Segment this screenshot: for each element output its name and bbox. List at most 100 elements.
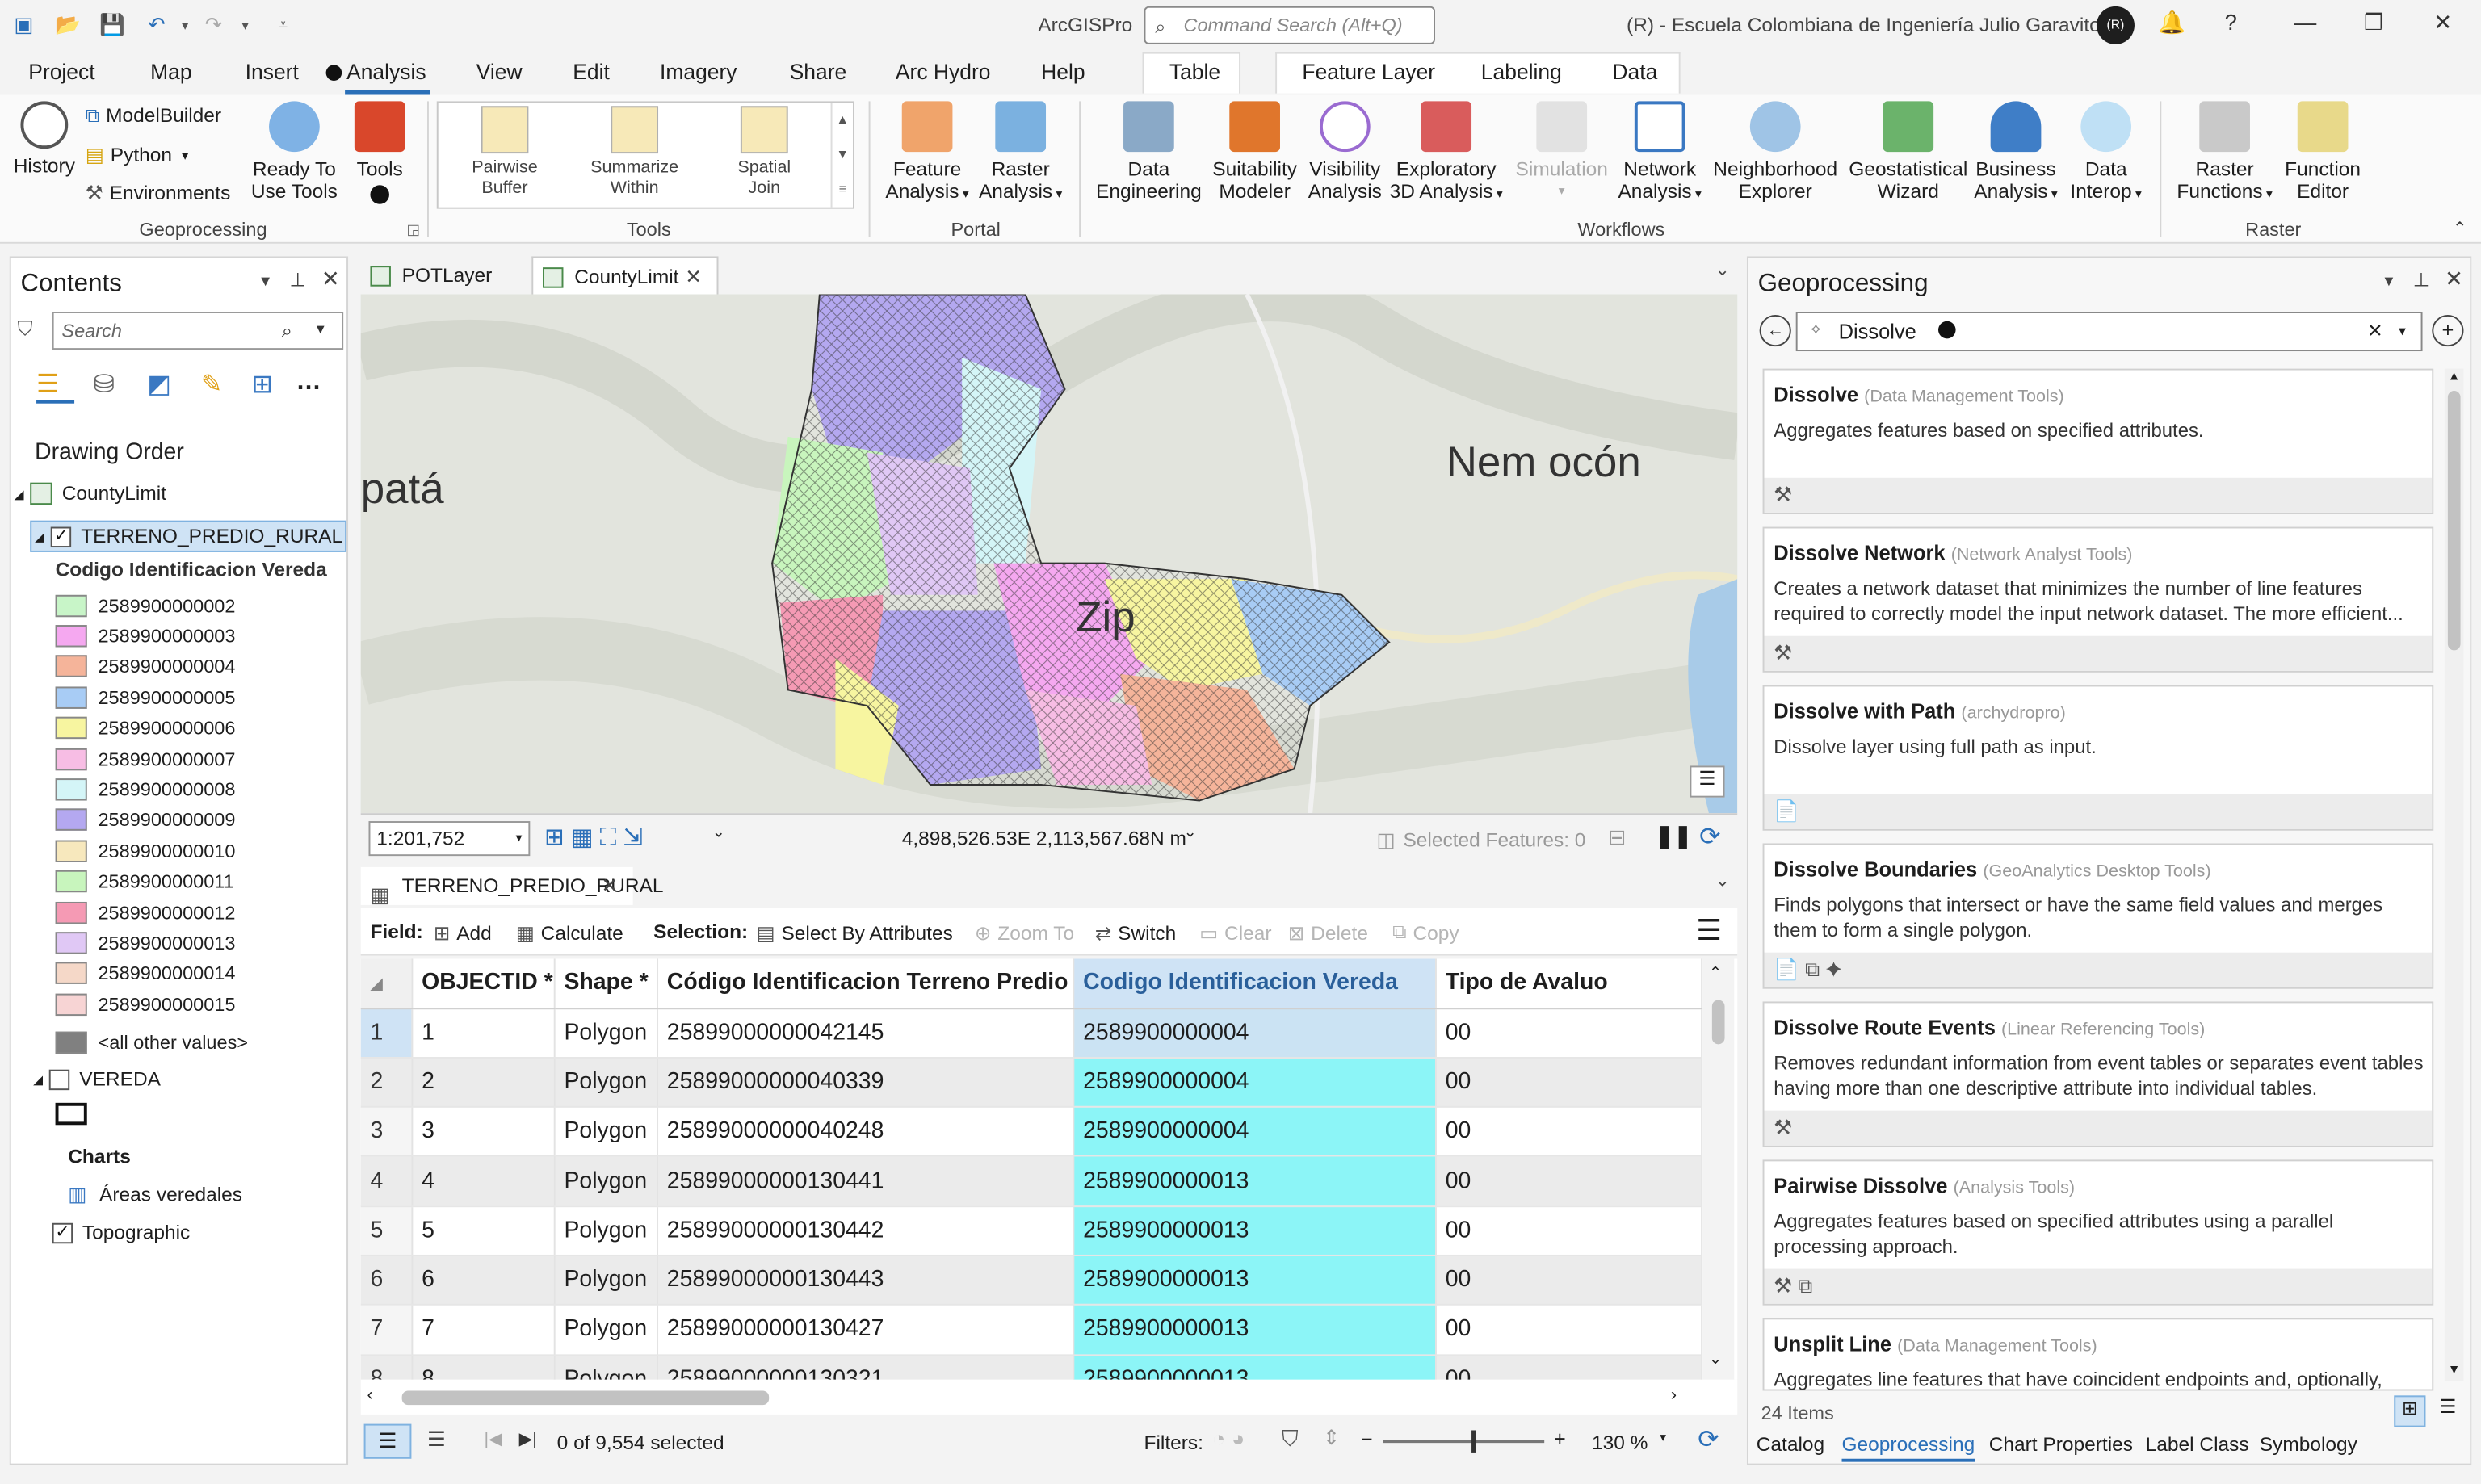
legend-item[interactable]: 2589900000007 — [55, 744, 236, 773]
restore-icon[interactable]: ❐ — [2364, 10, 2384, 36]
table-menu-icon[interactable]: ☰ — [1696, 915, 1722, 948]
table-cell[interactable]: 00 — [1434, 1255, 1702, 1306]
select-by-attributes-button[interactable]: ▤ Select By Attributes — [756, 920, 952, 944]
table-row[interactable]: 2 2 Polygon 25899000000040339 2589900000004 0… — [360, 1057, 1702, 1108]
business-analysis-button[interactable]: Business Analysis ▾ — [1971, 101, 2060, 205]
selected-features-count[interactable]: ◫ Selected Features: 0 — [1377, 828, 1586, 851]
table-cell[interactable]: 25899000000130427 — [657, 1305, 1074, 1356]
table-cell[interactable]: 6 — [411, 1255, 555, 1306]
table-cell[interactable]: 3 — [411, 1106, 555, 1158]
scroll-thumb[interactable] — [401, 1390, 770, 1406]
close-icon[interactable]: ✕ — [321, 266, 340, 292]
tab-map[interactable]: Map — [150, 60, 191, 83]
layer-node-topographic[interactable]: ✓ Topographic — [52, 1222, 190, 1243]
tool-name[interactable]: Unsplit Line (Data Management Tools) — [1774, 1332, 2097, 1356]
tab-edit[interactable]: Edit — [573, 60, 610, 83]
tab-symbology[interactable]: Symbology — [2260, 1433, 2357, 1455]
tools-button[interactable]: Tools — [351, 101, 409, 204]
tab-geoprocessing[interactable]: Geoprocessing — [1841, 1433, 1975, 1462]
zoom-level[interactable]: 130 % — [1592, 1432, 1648, 1453]
results-scrollbar[interactable]: ▲ ▼ — [2444, 368, 2464, 1381]
add-toolbox-icon[interactable]: + — [2432, 314, 2464, 347]
summarize-within-tool[interactable]: Summarize Within — [571, 106, 698, 199]
tab-analysis[interactable]: Analysis — [325, 60, 426, 84]
row-number[interactable]: 5 — [360, 1205, 413, 1256]
calculate-field-button[interactable]: ▦ Calculate — [516, 920, 623, 944]
row-number[interactable]: 6 — [360, 1255, 413, 1306]
tool-name[interactable]: Pairwise Dissolve (Analysis Tools) — [1774, 1174, 2075, 1197]
scroll-right-icon[interactable]: › — [1671, 1386, 1677, 1406]
table-cell[interactable]: Polygon — [553, 1106, 658, 1158]
table-cell[interactable]: 8 — [411, 1354, 555, 1380]
chevron-down-icon[interactable]: ▾ — [317, 313, 325, 348]
map-view[interactable]: patá Nem ocón Zip ☰ — [360, 294, 1738, 814]
help-icon[interactable]: ? — [2225, 10, 2237, 35]
add-field-button[interactable]: ⊞ Add — [434, 920, 492, 944]
table-row[interactable]: 3 3 Polygon 25899000000040248 2589900000004 0… — [360, 1106, 1702, 1158]
legend-item[interactable]: 2589900000002 — [55, 590, 236, 620]
spatial-join-tool[interactable]: Spatial Join — [701, 106, 828, 199]
vereda-symbol[interactable] — [55, 1102, 87, 1126]
copy-button[interactable]: ⧉ Copy — [1392, 920, 1459, 944]
scroll-down-icon[interactable]: ⌄ — [1709, 1351, 1722, 1369]
table-cell[interactable]: Polygon — [553, 1057, 658, 1108]
table-row[interactable]: 4 4 Polygon 25899000000130441 2589900000013 0… — [360, 1156, 1702, 1207]
row-number[interactable]: 3 — [360, 1106, 413, 1158]
refresh-icon[interactable]: ⟳ — [1699, 821, 1720, 853]
tab-arc-hydro[interactable]: Arc Hydro — [896, 60, 991, 83]
layer-node-terreno-predio-rural[interactable]: ◢ ✓ TERRENO_PREDIO_RURAL — [30, 520, 347, 552]
tool-result-card[interactable]: Dissolve Network (Network Analyst Tools)… — [1762, 526, 2434, 673]
geostatistical-wizard-button[interactable]: Geostatistical Wizard — [1845, 101, 1971, 203]
modelbuilder-button[interactable]: ⧉ ModelBuilder — [86, 104, 221, 126]
data-engineering-button[interactable]: Data Engineering — [1095, 101, 1203, 203]
table-cell[interactable]: 00 — [1434, 1205, 1702, 1256]
layer-visibility-checkbox[interactable] — [49, 1068, 70, 1090]
tab-data[interactable]: Data — [1612, 60, 1657, 83]
tool-result-card[interactable]: Dissolve (Data Management Tools) Aggregat… — [1762, 368, 2434, 514]
legend-item[interactable]: 2589900000006 — [55, 713, 236, 743]
column-header-objectid[interactable]: OBJECTID * — [411, 958, 555, 1009]
list-by-source-icon[interactable]: ⛁ — [94, 369, 115, 400]
table-row[interactable]: 6 6 Polygon 25899000000130443 2589900000013 0… — [360, 1255, 1702, 1306]
minimize-icon[interactable]: — — [2294, 10, 2316, 35]
undo-dropdown-icon[interactable]: ▾ — [171, 11, 199, 40]
tab-feature-layer[interactable]: Feature Layer — [1302, 60, 1435, 83]
table-cell[interactable]: 00 — [1434, 1156, 1702, 1207]
exploratory-3d-button[interactable]: Exploratory 3D Analysis ▾ — [1387, 101, 1505, 205]
table-row[interactable]: 5 5 Polygon 25899000000130442 2589900000013 0… — [360, 1205, 1702, 1256]
close-icon[interactable]: ✕ — [601, 867, 618, 905]
table-cell[interactable]: 25899000000130441 — [657, 1156, 1074, 1207]
tab-potlayer[interactable]: POTLayer — [361, 256, 523, 294]
table-cell[interactable]: 00 — [1434, 1008, 1702, 1059]
tab-chart-properties[interactable]: Chart Properties — [1989, 1433, 2133, 1455]
map-node-countylimit[interactable]: ◢ CountyLimit — [15, 482, 166, 505]
gallery-scroll[interactable]: ▲ ▼ ≡ — [830, 103, 853, 208]
tool-result-card[interactable]: Pairwise Dissolve (Analysis Tools) Aggreg… — [1762, 1159, 2434, 1306]
legend-item[interactable]: 2589900000012 — [55, 897, 236, 927]
chevron-down-icon[interactable]: ▾ — [2399, 313, 2406, 350]
tool-name[interactable]: Dissolve with Path (archydropro) — [1774, 699, 2066, 723]
customize-toolbar-icon[interactable]: ⩡ — [269, 11, 297, 40]
tab-help[interactable]: Help — [1041, 60, 1085, 83]
table-cell[interactable]: Polygon — [553, 1205, 658, 1256]
neighborhood-explorer-button[interactable]: Neighborhood Explorer — [1709, 101, 1842, 203]
undo-icon[interactable]: ↶ — [142, 11, 170, 40]
layer-visibility-checkbox[interactable]: ✓ — [52, 1222, 73, 1243]
tab-table[interactable]: Table — [1169, 60, 1220, 83]
tools-gallery[interactable]: Pairwise Buffer Summarize Within Spatial Jo… — [436, 101, 854, 209]
zoom-slider-thumb[interactable] — [1471, 1430, 1476, 1453]
tool-result-card[interactable]: Dissolve Boundaries (GeoAnalytics Deskto… — [1762, 843, 2434, 989]
collapse-icon[interactable]: ◢ — [33, 1072, 43, 1087]
clear-selection-button[interactable]: ▭ Clear — [1199, 920, 1272, 944]
tile-view-icon[interactable]: ⊞ — [2394, 1395, 2426, 1427]
more-icon[interactable]: … — [296, 369, 321, 397]
table-cell[interactable]: 25899000000042145 — [657, 1008, 1074, 1059]
zoom-in-icon[interactable]: + — [1554, 1427, 1566, 1451]
zoom-to-button[interactable]: ⊕ Zoom To — [975, 920, 1074, 944]
dialog-launcher-icon[interactable]: ◲ — [407, 221, 421, 239]
list-by-selection-icon[interactable]: ◩ — [147, 369, 171, 400]
table-cell[interactable]: Polygon — [553, 1305, 658, 1356]
command-search-input[interactable]: ⌕ Command Search (Alt+Q) — [1144, 6, 1435, 44]
chevron-down-icon[interactable]: ⌄ — [1183, 824, 1196, 842]
row-number[interactable]: 4 — [360, 1156, 413, 1207]
